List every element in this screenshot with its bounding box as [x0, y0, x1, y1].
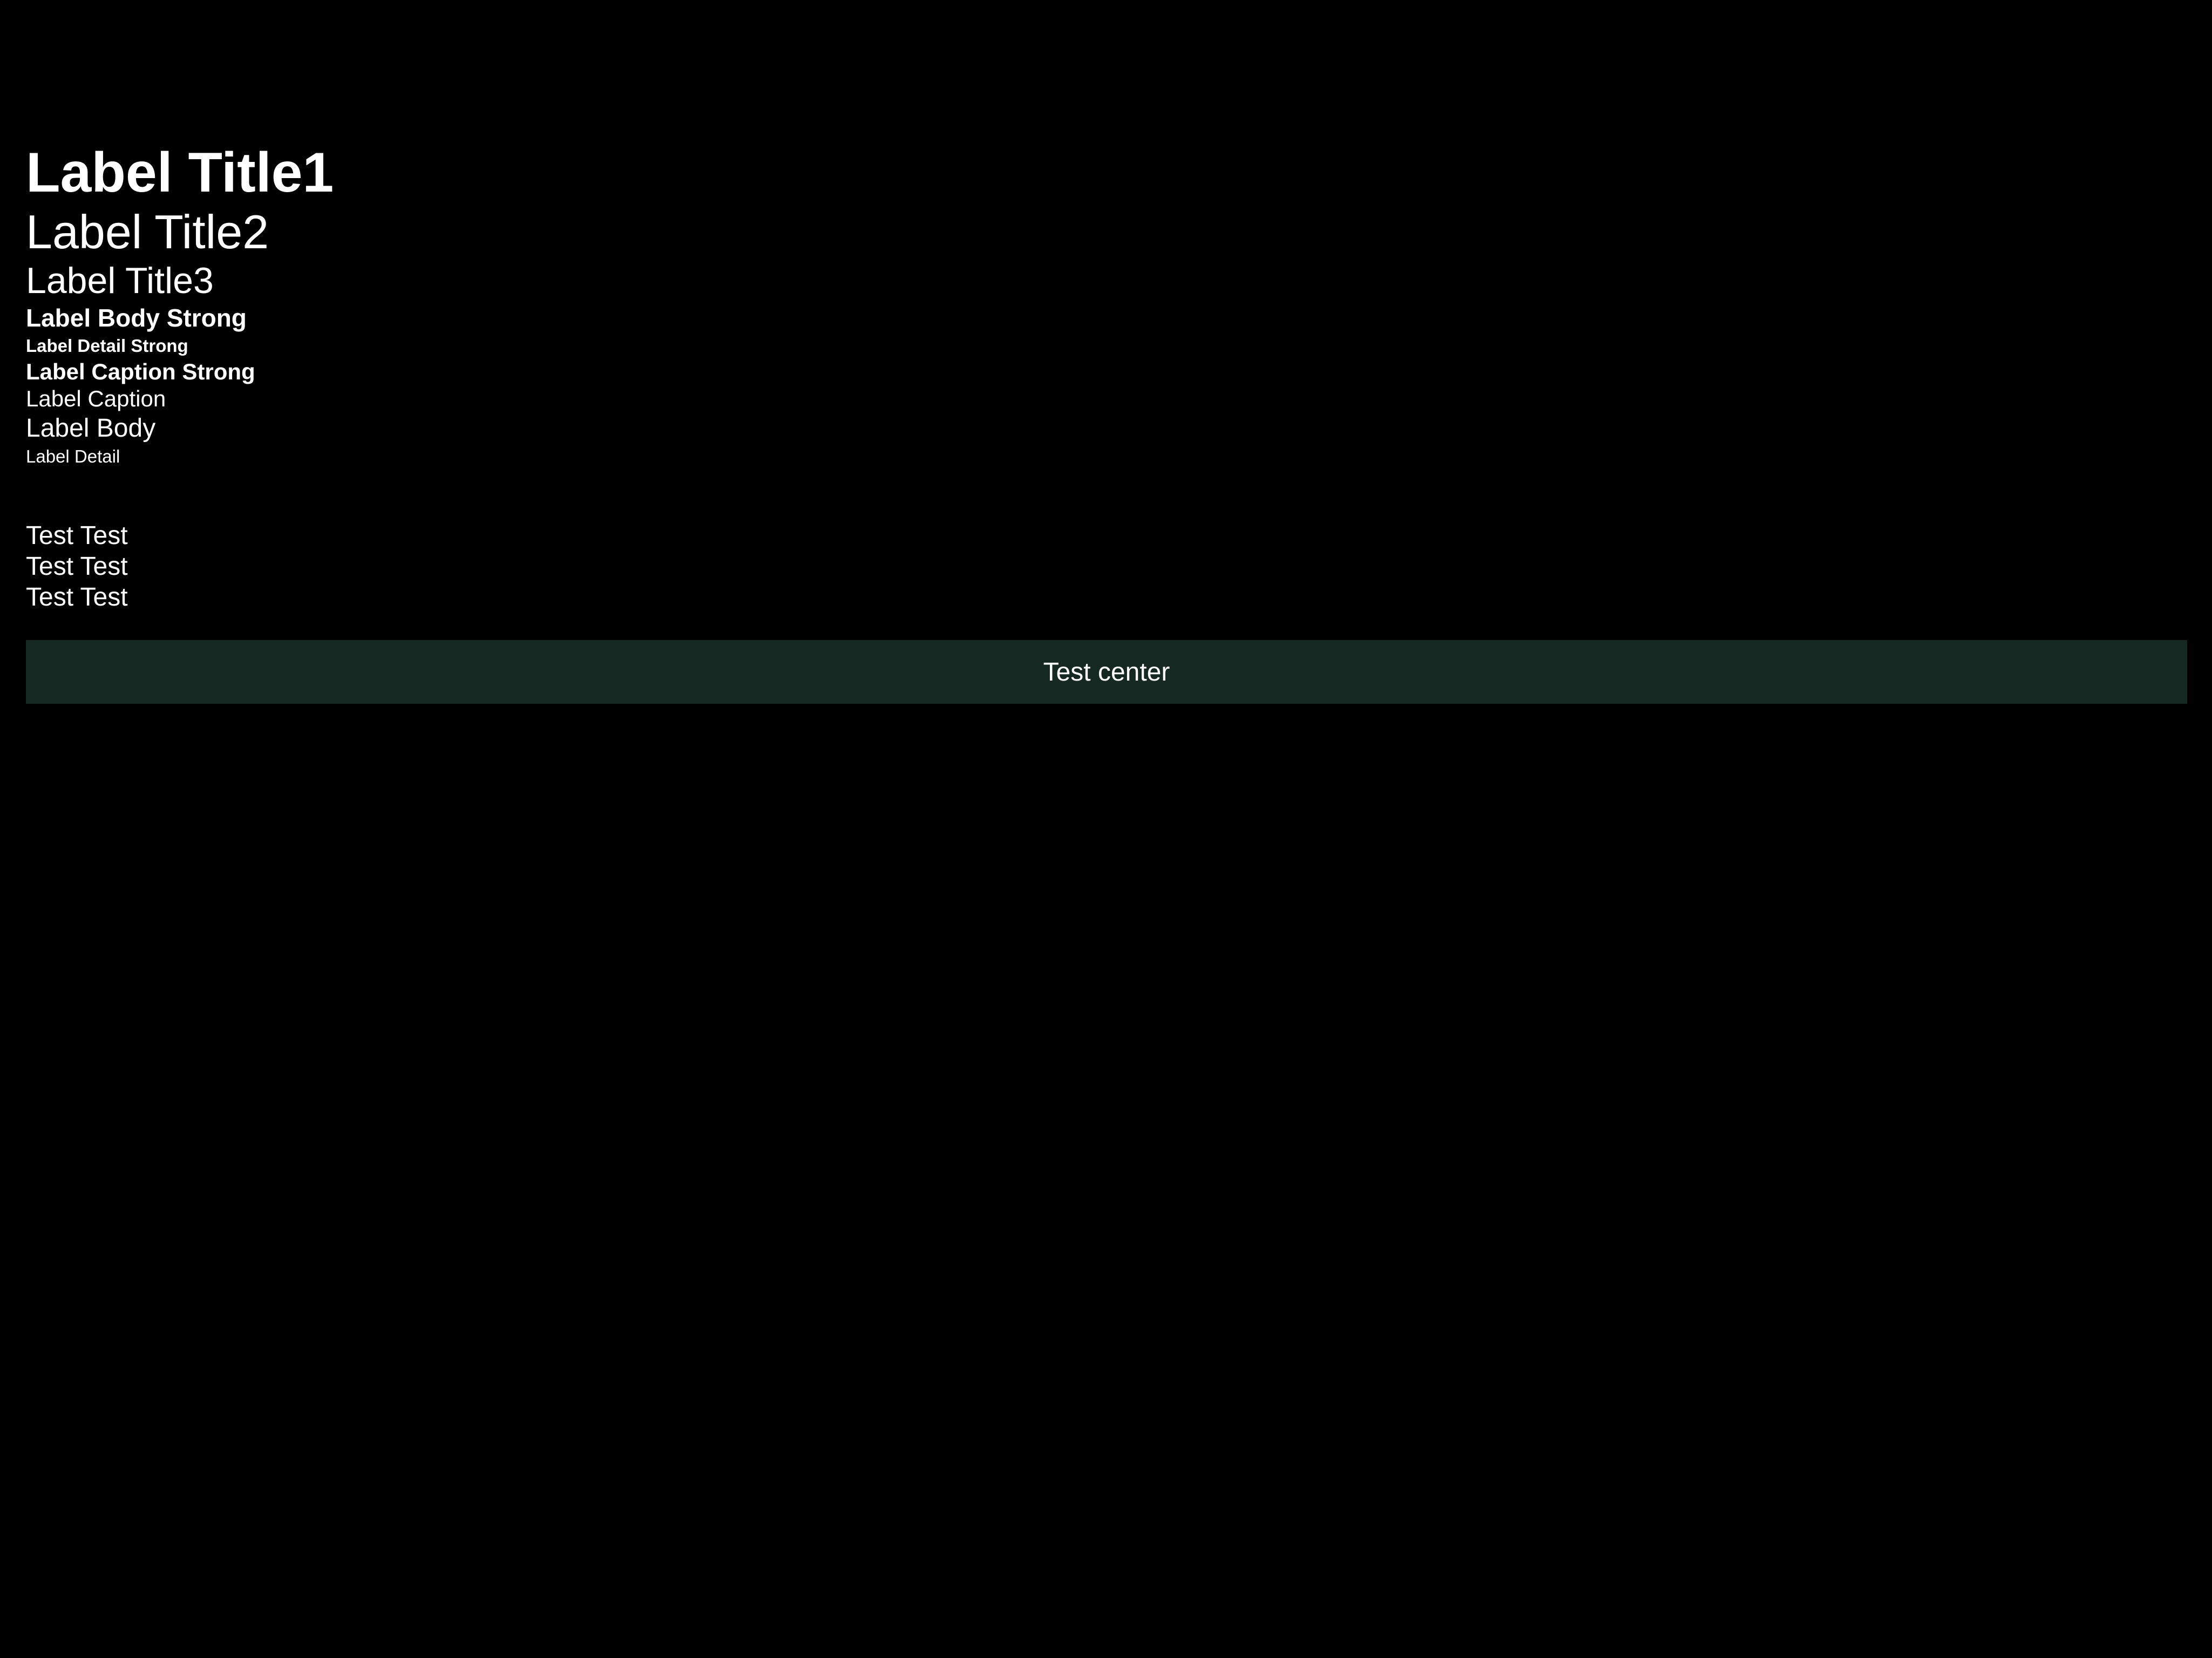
screen-canvas: Label Title1 Label Title2 Label Title3 L… — [0, 0, 2212, 1658]
label-caption: Label Caption — [26, 386, 166, 411]
label-body: Label Body — [26, 414, 156, 443]
label-body-strong: Label Body Strong — [26, 304, 247, 332]
label-title2: Label Title2 — [26, 205, 269, 259]
test-line: Test Test — [26, 552, 128, 581]
test-lines: Test Test Test Test Test Test — [26, 520, 128, 613]
label-detail-strong: Label Detail Strong — [26, 336, 188, 356]
label-caption-strong: Label Caption Strong — [26, 359, 255, 384]
test-center-bar: Test center — [26, 640, 2187, 704]
label-detail: Label Detail — [26, 446, 120, 466]
test-line: Test Test — [26, 583, 128, 611]
label-title3: Label Title3 — [26, 260, 214, 301]
test-line: Test Test — [26, 521, 128, 550]
label-title1: Label Title1 — [26, 141, 334, 204]
test-center-label: Test center — [1043, 657, 1170, 687]
